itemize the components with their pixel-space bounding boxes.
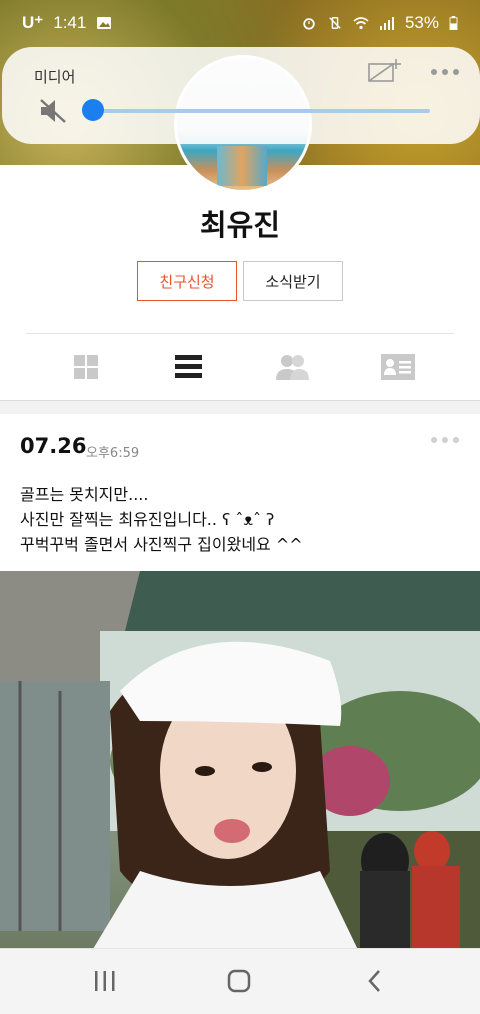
cast-off-icon[interactable]: [367, 58, 403, 84]
post-text-line: 사진만 잘찍는 최유진입니다.. ʕ ˆᴥˆ ʔ: [20, 510, 275, 529]
post-text-line: 골프는 못치지만....: [20, 485, 149, 504]
divider: [26, 333, 454, 334]
post-date: 07.26: [20, 434, 87, 458]
post-time: 오후6:59: [86, 446, 140, 461]
more-icon[interactable]: [430, 68, 460, 76]
divider: [0, 400, 480, 401]
profile-card-icon[interactable]: [380, 352, 416, 382]
post-more-icon[interactable]: [430, 436, 460, 444]
vibrate-mute-icon: [329, 17, 341, 29]
alarm-icon: [303, 18, 315, 30]
media-title: 미디어: [34, 68, 76, 86]
recent-apps-icon[interactable]: [90, 967, 120, 995]
clock: 1:41: [53, 13, 87, 32]
subscribe-button[interactable]: 소식받기: [243, 261, 343, 301]
profile-card: 최유진 친구신청 소식받기: [0, 165, 480, 401]
post-card: 07.26 오후6:59 골프는 못치지만.... 사진만 잘찍는 최유진입니다…: [0, 414, 480, 954]
system-nav-bar: [0, 948, 480, 1014]
post-photo[interactable]: [0, 571, 480, 954]
avatar-photo-strip: [217, 146, 267, 186]
gallery-icon: [97, 17, 112, 29]
volume-slider-thumb[interactable]: [82, 99, 104, 121]
signal-icon: [379, 17, 394, 30]
mute-speaker-icon[interactable]: [38, 97, 68, 125]
battery-icon: [449, 16, 458, 30]
list-view-icon[interactable]: [171, 352, 207, 382]
media-volume-panel: 미디어: [2, 47, 480, 144]
friends-icon[interactable]: [274, 352, 310, 382]
post-text: 골프는 못치지만.... 사진만 잘찍는 최유진입니다.. ʕ ˆᴥˆ ʔ 꾸벅…: [20, 482, 303, 557]
battery-level: 53%: [404, 13, 439, 32]
back-icon[interactable]: [360, 967, 390, 995]
home-icon[interactable]: [224, 967, 254, 995]
volume-slider[interactable]: [93, 109, 430, 113]
wifi-icon: [353, 17, 369, 30]
post-text-line: 꾸벅꾸벅 졸면서 사진찍구 집이왔네요 ^^: [20, 535, 303, 554]
grid-view-icon[interactable]: [68, 352, 104, 382]
friend-request-button[interactable]: 친구신청: [137, 261, 237, 301]
profile-name: 최유진: [199, 208, 281, 242]
post-photo-illustration: [0, 571, 480, 954]
status-bar: U⁺ 1:41 53%: [0, 0, 480, 48]
carrier-label: U⁺: [22, 13, 44, 32]
